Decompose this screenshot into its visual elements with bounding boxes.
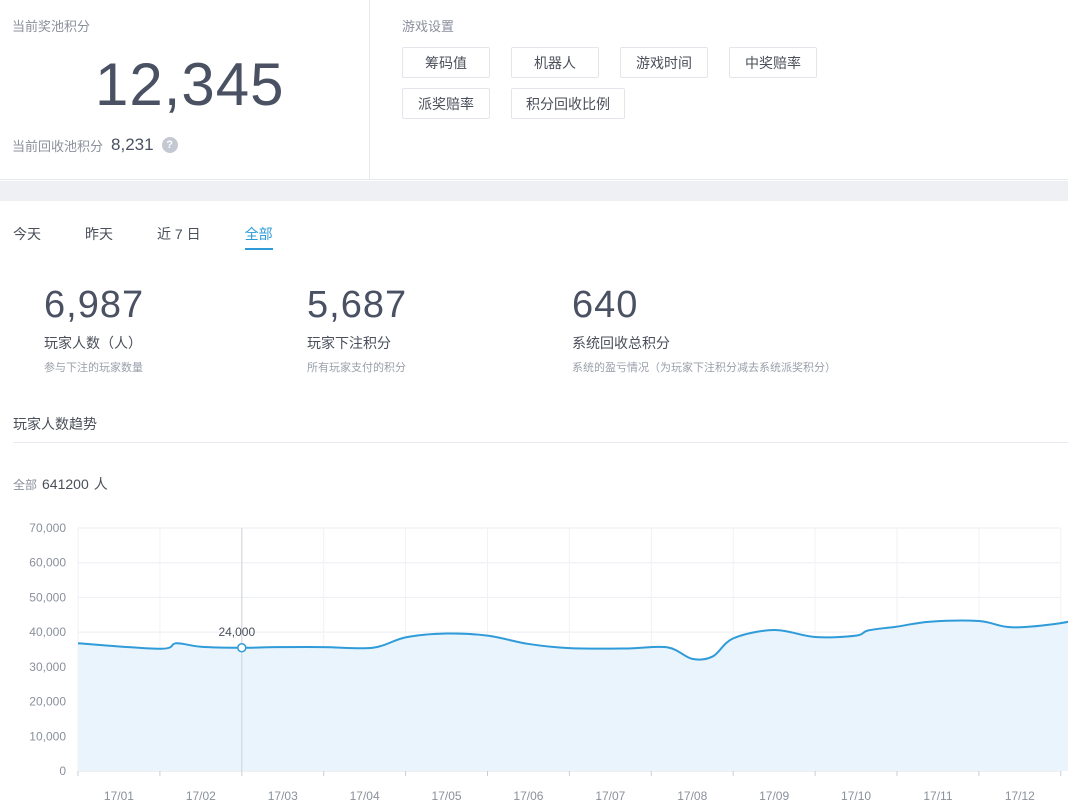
tab-last-7-days[interactable]: 近 7 日 (157, 224, 201, 250)
y-tick-label: 30,000 (29, 660, 66, 674)
prize-pool-value: 12,345 (95, 51, 285, 118)
recycle-pool-value: 8,231 (111, 135, 154, 154)
x-tick-label: 17/08 (677, 789, 707, 801)
setting-chip-value-button[interactable]: 筹码值 (402, 47, 490, 78)
player-trend-chart: 0 10,000 20,000 30,000 40,000 50,000 60,000 70,… (29, 521, 1068, 801)
stat-bets: 5,687 玩家下注积分 所有玩家支付的积分 (307, 284, 407, 375)
y-tick-label: 40,000 (29, 625, 66, 639)
x-tick-label: 17/04 (350, 789, 380, 801)
setting-game-time-button[interactable]: 游戏时间 (620, 47, 708, 78)
game-settings-buttons: 筹码值 机器人 游戏时间 中奖赔率 派奖赔率 积分回收比例 (402, 47, 862, 119)
setting-recycle-ratio-button[interactable]: 积分回收比例 (511, 88, 625, 119)
prize-pool-label: 当前奖池积分 (12, 19, 91, 34)
x-tick-label: 17/07 (595, 789, 625, 801)
stat-recycled-desc: 系统的盈亏情况（为玩家下注积分减去系统派奖积分） (572, 362, 836, 374)
total-unit: 人 (93, 476, 108, 492)
x-tick-label: 17/05 (432, 789, 462, 801)
tab-today[interactable]: 今天 (13, 224, 41, 250)
stat-bets-name: 玩家下注积分 (307, 335, 391, 351)
y-tick-label: 60,000 (29, 556, 66, 570)
x-tick-label: 17/06 (513, 789, 543, 801)
recycle-pool: 当前回收池积分 8,231 ? (12, 135, 178, 155)
recycle-pool-label: 当前回收池积分 (12, 138, 104, 154)
y-tick-label: 50,000 (29, 590, 66, 604)
tab-all[interactable]: 全部 (244, 224, 273, 250)
stat-players-desc: 参与下注的玩家数量 (44, 362, 143, 374)
setting-robot-button[interactable]: 机器人 (511, 47, 599, 78)
stat-players: 6,987 玩家人数（人） 参与下注的玩家数量 (44, 284, 144, 375)
x-tick-label: 17/10 (841, 789, 871, 801)
stat-bets-value: 5,687 (307, 284, 408, 326)
y-tick-label: 20,000 (29, 695, 66, 709)
stat-recycled: 640 系统回收总积分 系统的盈亏情况（为玩家下注积分减去系统派奖积分） (572, 284, 836, 375)
y-tick-label: 70,000 (29, 521, 66, 535)
y-tick-label: 0 (59, 764, 66, 778)
setting-win-odds-button[interactable]: 中奖赔率 (729, 47, 817, 78)
stat-bets-desc: 所有玩家支付的积分 (307, 362, 406, 374)
hover-value-label: 24,000 (218, 625, 255, 639)
trend-title: 玩家人数趋势 (13, 416, 97, 432)
game-settings-panel: 游戏设置 筹码值 机器人 游戏时间 中奖赔率 派奖赔率 积分回收比例 (371, 0, 1068, 180)
game-settings-label: 游戏设置 (402, 19, 455, 34)
stat-recycled-value: 640 (572, 284, 639, 326)
hover-point (237, 643, 247, 653)
total-value: 641200 (42, 476, 89, 492)
tab-yesterday[interactable]: 昨天 (85, 224, 113, 250)
x-tick-label: 17/01 (104, 789, 134, 801)
stat-players-name: 玩家人数（人） (44, 335, 142, 351)
x-tick-label: 17/03 (268, 789, 298, 801)
x-tick-label: 17/11 (923, 789, 952, 801)
total-players: 全部 641200 人 (13, 474, 108, 494)
prize-pool-panel: 当前奖池积分 12,345 当前回收池积分 8,231 ? (0, 0, 370, 180)
stat-recycled-name: 系统回收总积分 (572, 335, 670, 351)
top-panel: 当前奖池积分 12,345 当前回收池积分 8,231 ? 游戏设置 筹码值 机… (0, 0, 1068, 180)
setting-payout-odds-button[interactable]: 派奖赔率 (402, 88, 490, 119)
trend-title-divider (13, 442, 1068, 443)
total-label: 全部 (13, 478, 38, 492)
stat-players-value: 6,987 (44, 284, 145, 326)
section-divider (0, 181, 1068, 201)
x-tick-label: 17/09 (759, 789, 789, 801)
period-tabs: 今天 昨天 近 7 日 全部 (13, 224, 317, 250)
y-tick-label: 10,000 (29, 729, 66, 743)
help-icon[interactable]: ? (161, 137, 178, 153)
x-tick-label: 17/12 (1005, 789, 1035, 801)
x-tick-label: 17/02 (186, 789, 216, 801)
